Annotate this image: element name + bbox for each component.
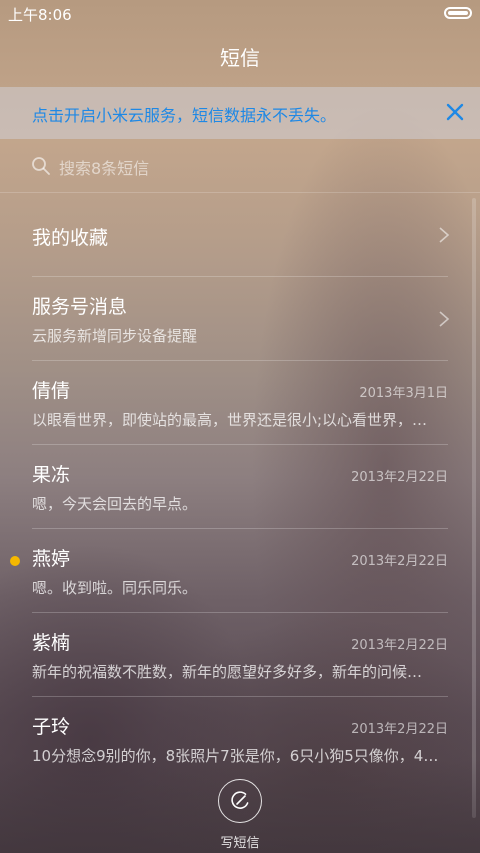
chevron-right-icon [439,311,450,327]
list-item-favorites[interactable]: 我的收藏 [0,193,480,277]
close-icon[interactable] [444,101,466,123]
list-item-date: 2013年3月1日 [359,386,448,401]
status-bar: 上午8:06 [0,0,480,28]
messages-screen: 上午8:06 短信 点击开启小米云服务，短信数据永不丢失。 搜索8条短信 我的收… [0,0,480,853]
list-item-name: 子玲 [32,716,71,738]
list-item-name: 我的收藏 [32,227,109,249]
list-item-date: 2013年2月22日 [351,470,448,485]
battery-icon [444,7,472,19]
list-item-conversation[interactable]: 倩倩 2013年3月1日 以眼看世界，即使站的最高，世界还是很小;以心看世界，… [0,361,480,445]
list-item-preview: 新年的祝福数不胜数，新年的愿望好多好多，新年的问候… [32,663,423,681]
cloud-service-banner[interactable]: 点击开启小米云服务，短信数据永不丢失。 [0,87,480,139]
list-item-date: 2013年2月22日 [351,638,448,653]
list-item-date: 2013年2月22日 [351,554,448,569]
list-item-preview: 云服务新增同步设备提醒 [32,327,198,345]
list-item-preview: 以眼看世界，即使站的最高，世界还是很小;以心看世界，… [32,411,428,429]
compose-button[interactable] [218,779,262,823]
search-input[interactable]: 搜索8条短信 [59,155,149,179]
conversation-list: 我的收藏 服务号消息 云服务新增同步设备提醒 倩倩 2013年3月1日 以眼看世… [0,193,480,781]
compose-label[interactable]: 写短信 [0,832,480,851]
status-time: 上午8:06 [8,6,72,24]
list-item-service-messages[interactable]: 服务号消息 云服务新增同步设备提醒 [0,277,480,361]
list-item-name: 服务号消息 [32,296,128,318]
list-item-name: 紫楠 [32,632,71,654]
unread-dot-icon [10,556,20,566]
list-item-conversation[interactable]: 燕婷 2013年2月22日 嗯。收到啦。同乐同乐。 [0,529,480,613]
list-item-name: 燕婷 [32,548,71,570]
list-item-date: 2013年2月22日 [351,722,448,737]
page-title: 短信 [220,46,260,70]
search-icon [32,157,50,175]
list-item-conversation[interactable]: 紫楠 2013年2月22日 新年的祝福数不胜数，新年的愿望好多好多，新年的问候… [0,613,480,697]
compose-icon [231,791,249,809]
list-item-preview: 嗯，今天会回去的早点。 [32,495,198,513]
list-item-name: 倩倩 [32,380,71,402]
banner-text[interactable]: 点击开启小米云服务，短信数据永不丢失。 [32,102,336,126]
scrollbar[interactable] [472,198,476,818]
list-item-preview: 嗯。收到啦。同乐同乐。 [32,579,198,597]
list-item-conversation[interactable]: 果冻 2013年2月22日 嗯，今天会回去的早点。 [0,445,480,529]
search-bar[interactable]: 搜索8条短信 [0,140,480,192]
chevron-right-icon [439,227,450,243]
list-item-name: 果冻 [32,464,71,486]
